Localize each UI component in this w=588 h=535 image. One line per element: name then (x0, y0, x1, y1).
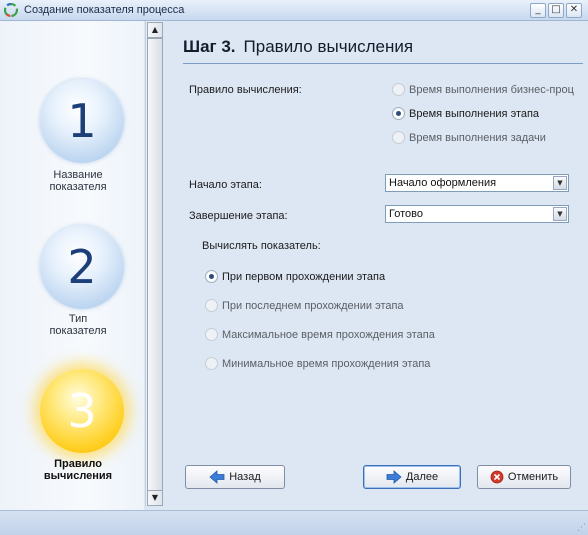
wizard-content: Шаг 3. Правило вычисления Правило вычисле… (163, 21, 588, 510)
radio-calc-last[interactable]: При последнем прохождении этапа (205, 299, 404, 312)
steps-panel: 1 Название показателя 2 Тип показателя 3… (0, 21, 144, 510)
end-stage-label: Завершение этапа: (189, 210, 288, 222)
status-bar: ⋰ (0, 510, 588, 535)
maximize-button[interactable]: □ (548, 3, 564, 18)
radio-calc-min[interactable]: Минимальное время прохождения этапа (205, 357, 430, 370)
calc-label: Вычислять показатель: (202, 240, 321, 252)
radio-indicator (205, 299, 218, 312)
title-bar[interactable]: Создание показателя процесса _ □ ✕ (0, 0, 588, 21)
step-3-label: Правило вычисления (43, 458, 113, 482)
arrow-right-icon (386, 470, 402, 484)
radio-calc-first[interactable]: При первом прохождении этапа (205, 270, 385, 283)
radio-rule-process[interactable]: Время выполнения бизнес-проц (392, 83, 574, 96)
close-button[interactable]: ✕ (566, 3, 582, 18)
back-button[interactable]: Назад (185, 465, 285, 489)
title-divider (183, 63, 583, 64)
radio-indicator (392, 83, 405, 96)
chevron-down-icon[interactable]: ▼ (553, 176, 567, 190)
cancel-button[interactable]: Отменить (477, 465, 571, 489)
radio-rule-task[interactable]: Время выполнения задачи (392, 131, 546, 144)
end-stage-select[interactable]: Готово ▼ (385, 205, 569, 223)
steps-scrollbar[interactable]: ▲ ▼ (145, 21, 164, 506)
step-3-circle: 3 (40, 369, 124, 453)
radio-rule-stage[interactable]: Время выполнения этапа (392, 107, 539, 120)
scroll-thumb[interactable] (147, 38, 163, 492)
cancel-circle-icon (490, 470, 504, 484)
page-title: Шаг 3. Правило вычисления (183, 37, 414, 56)
rule-label: Правило вычисления: (189, 84, 302, 96)
step-2-label: Тип показателя (49, 313, 107, 337)
start-stage-label: Начало этапа: (189, 179, 262, 191)
step-2-circle: 2 (40, 225, 124, 309)
next-button[interactable]: Далее (363, 465, 461, 489)
radio-indicator (205, 328, 218, 341)
scroll-up-button[interactable]: ▲ (147, 22, 163, 38)
arrow-left-icon (209, 470, 225, 484)
app-logo-icon (4, 3, 18, 17)
minimize-button[interactable]: _ (530, 3, 546, 18)
step-1-circle: 1 (40, 79, 124, 163)
step-1-label: Название показателя (49, 169, 107, 193)
radio-indicator (392, 107, 405, 120)
radio-indicator (392, 131, 405, 144)
radio-indicator (205, 270, 218, 283)
start-stage-select[interactable]: Начало оформления ▼ (385, 174, 569, 192)
scroll-down-button[interactable]: ▼ (147, 490, 163, 506)
radio-calc-max[interactable]: Максимальное время прохождения этапа (205, 328, 435, 341)
radio-indicator (205, 357, 218, 370)
chevron-down-icon[interactable]: ▼ (553, 207, 567, 221)
window-title: Создание показателя процесса (24, 4, 185, 16)
resize-grip-icon[interactable]: ⋰ (577, 523, 586, 533)
